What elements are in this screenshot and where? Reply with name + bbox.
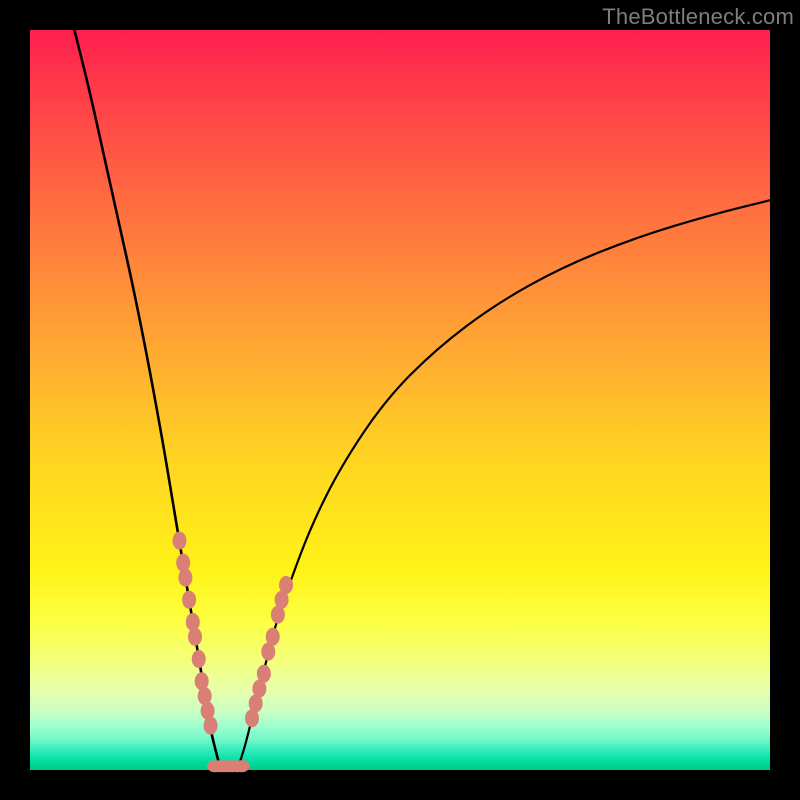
- marker-point: [279, 576, 293, 594]
- marker-point: [257, 665, 271, 683]
- marker-point: [192, 650, 206, 668]
- marker-point: [188, 628, 202, 646]
- data-markers: [172, 532, 293, 773]
- curve-lines: [74, 30, 770, 770]
- watermark-text: TheBottleneck.com: [602, 4, 794, 30]
- marker-point: [234, 760, 250, 772]
- marker-point: [182, 591, 196, 609]
- marker-point: [178, 569, 192, 587]
- marker-point: [172, 532, 186, 550]
- chart-frame: TheBottleneck.com: [0, 0, 800, 800]
- series-right-curve: [237, 200, 770, 770]
- plot-area: [30, 30, 770, 770]
- marker-point: [266, 628, 280, 646]
- marker-point: [204, 717, 218, 735]
- chart-svg: [30, 30, 770, 770]
